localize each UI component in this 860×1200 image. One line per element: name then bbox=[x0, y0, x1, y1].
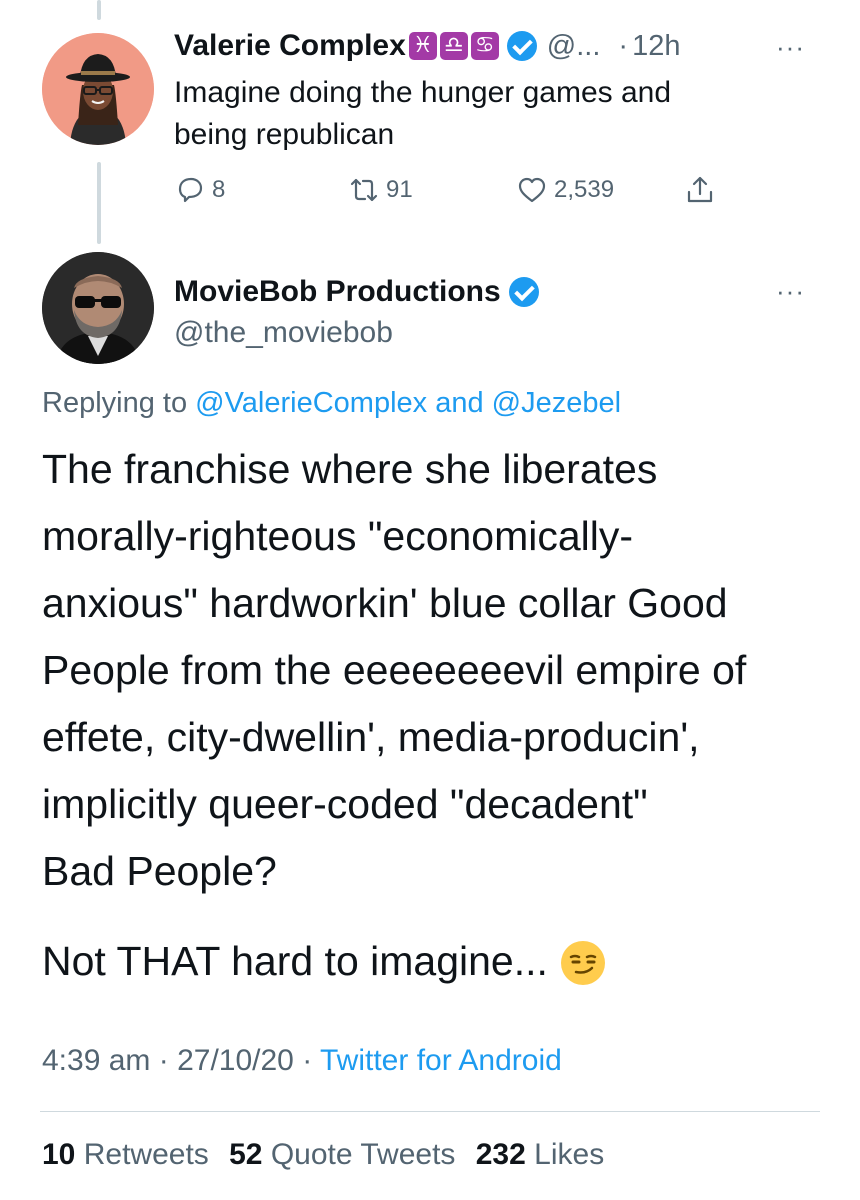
quotes-count: 52 bbox=[229, 1138, 263, 1171]
user-handle[interactable]: @the_moviebob bbox=[174, 316, 393, 350]
avatar-moviebob-photo bbox=[42, 252, 154, 364]
more-options-icon[interactable]: ··· bbox=[776, 276, 805, 307]
thread-line-connector bbox=[97, 162, 101, 244]
tweet-timestamp[interactable]: 4:39 am bbox=[42, 1044, 150, 1077]
retweets-label: Retweets bbox=[83, 1138, 209, 1171]
tweet-body-line: effete, city-dwellin', media-producin', bbox=[42, 714, 700, 760]
replying-user-link[interactable]: @ValerieComplex bbox=[195, 387, 427, 419]
pisces-icon: ♓ bbox=[408, 32, 437, 60]
retweets-stat[interactable]: 10 Retweets bbox=[42, 1138, 217, 1171]
retweet-count: 91 bbox=[386, 176, 413, 203]
retweets-count: 10 bbox=[42, 1138, 76, 1171]
time-separator: · bbox=[618, 29, 629, 62]
tweet-body-line: implicitly queer-coded "decadent" bbox=[42, 781, 648, 827]
libra-icon: ♎ bbox=[439, 32, 468, 60]
meta-separator: · bbox=[158, 1044, 169, 1077]
tweet-body: The franchise where she liberates morall… bbox=[42, 436, 746, 905]
likes-label: Likes bbox=[534, 1138, 605, 1171]
retweet-button[interactable]: 91 bbox=[348, 172, 413, 208]
tweet-meta: 4:39 am · 27/10/20 · Twitter for Android bbox=[42, 1044, 562, 1078]
tweet-text-line: being republican bbox=[174, 118, 395, 151]
avatar-valerie[interactable] bbox=[42, 33, 154, 145]
avatar-moviebob[interactable] bbox=[42, 252, 154, 364]
reply-button[interactable]: 8 bbox=[174, 172, 225, 208]
closing-text: Not THAT hard to imagine... bbox=[42, 938, 548, 984]
replying-to: Replying to @ValerieComplex and @Jezebel bbox=[42, 387, 621, 420]
quotes-label: Quote Tweets bbox=[270, 1138, 456, 1171]
replying-and[interactable]: and bbox=[435, 387, 483, 419]
tweet-source-link[interactable]: Twitter for Android bbox=[320, 1044, 562, 1077]
tweet-body-line: The franchise where she liberates bbox=[42, 446, 658, 492]
quotes-stat[interactable]: 52 Quote Tweets bbox=[229, 1138, 464, 1171]
smirk-emoji-icon bbox=[560, 939, 606, 985]
avatar-valerie-illustration bbox=[42, 33, 154, 145]
replying-prefix: Replying to bbox=[42, 387, 188, 419]
tweet-text-line: Imagine doing the hunger games and bbox=[174, 76, 672, 109]
tweet-valerie-header: Valerie Complex ♓ ♎ ♋ @... · 12h bbox=[174, 28, 680, 64]
tweet-moviebob-header: MovieBob Productions bbox=[174, 273, 539, 311]
verified-badge-icon bbox=[506, 31, 537, 61]
tweet-body-line: People from the eeeeeeeevil empire of bbox=[42, 647, 747, 693]
likes-stat[interactable]: 232 Likes bbox=[476, 1138, 604, 1171]
tweet-closing-line: Not THAT hard to imagine... bbox=[42, 928, 606, 995]
share-button[interactable] bbox=[684, 172, 722, 208]
tweet-body-line: morally-righteous "economically- bbox=[42, 513, 634, 559]
replying-user-link[interactable]: @Jezebel bbox=[492, 387, 621, 419]
meta-separator: · bbox=[302, 1044, 313, 1077]
tweet-time[interactable]: 12h bbox=[632, 30, 680, 63]
more-options-icon[interactable]: ··· bbox=[776, 32, 805, 63]
divider bbox=[40, 1111, 820, 1112]
like-button[interactable]: 2,539 bbox=[516, 172, 614, 208]
thread-line-top bbox=[97, 0, 101, 20]
cancer-icon: ♋ bbox=[470, 32, 499, 60]
likes-count: 232 bbox=[475, 1138, 526, 1171]
tweet-date[interactable]: 27/10/20 bbox=[177, 1044, 294, 1077]
user-handle[interactable]: @... bbox=[547, 30, 601, 63]
retweet-icon bbox=[350, 178, 378, 202]
heart-icon bbox=[518, 177, 546, 203]
reply-icon bbox=[178, 177, 203, 203]
like-count: 2,539 bbox=[554, 176, 615, 203]
tweet-valerie-text: Imagine doing the hunger games and being… bbox=[174, 72, 671, 156]
reply-count: 8 bbox=[212, 176, 226, 203]
share-icon bbox=[687, 176, 713, 203]
display-name[interactable]: Valerie Complex bbox=[174, 29, 406, 63]
display-name[interactable]: MovieBob Productions bbox=[174, 275, 501, 309]
tweet-body-line: Bad People? bbox=[42, 848, 277, 894]
tweet-body-line: anxious" hardworkin' blue collar Good bbox=[42, 580, 728, 626]
tweet-stats: 10 Retweets 52 Quote Tweets 232 Likes bbox=[42, 1138, 604, 1172]
verified-badge-icon bbox=[508, 277, 539, 307]
